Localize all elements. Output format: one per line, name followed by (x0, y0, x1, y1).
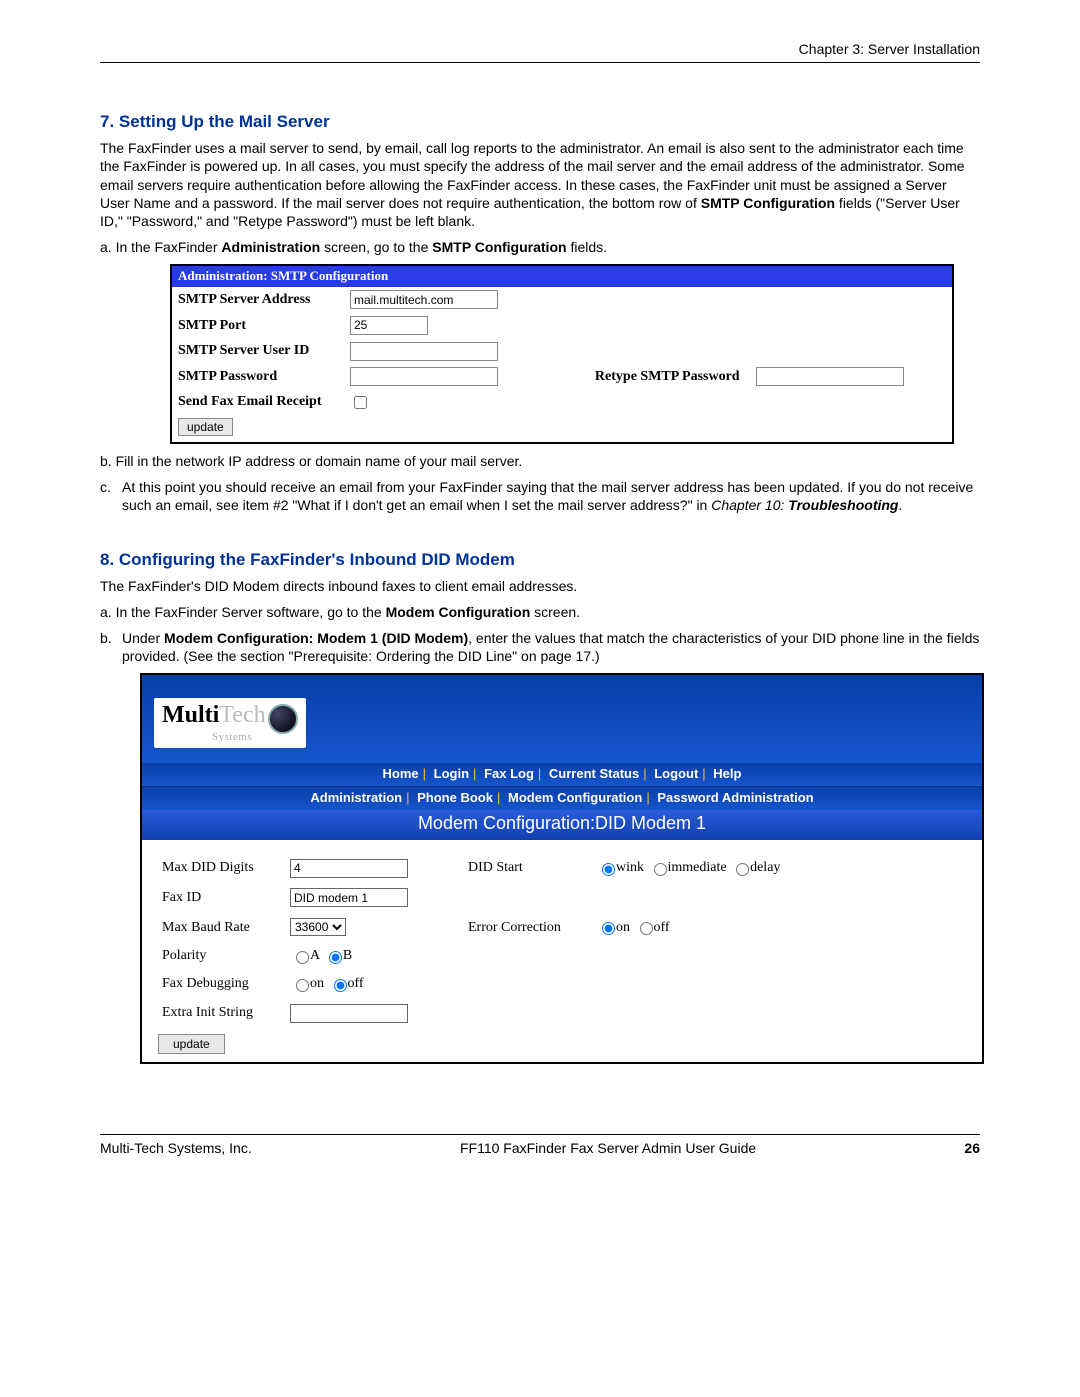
nav-password-admin[interactable]: Password Administration (657, 790, 813, 805)
fax-id-input[interactable] (290, 888, 408, 907)
did-start-immediate-radio[interactable] (654, 863, 667, 876)
smtp-update-button[interactable]: update (178, 418, 233, 436)
err-off-radio[interactable] (640, 922, 653, 935)
footer-title: FF110 FaxFinder Fax Server Admin User Gu… (460, 1139, 756, 1157)
nav-administration[interactable]: Administration (310, 790, 402, 805)
smtp-server-address-label: SMTP Server Address (172, 287, 344, 313)
section-7-step-c: c. At this point you should receive an e… (100, 478, 980, 514)
modem-banner: MultiTech Systems (142, 675, 982, 763)
max-baud-select[interactable]: 33600 (290, 918, 346, 936)
did-start-wink-radio[interactable] (602, 863, 615, 876)
error-correction-label: Error Correction (464, 913, 592, 942)
max-did-digits-label: Max DID Digits (158, 854, 286, 884)
nav-logout[interactable]: Logout (654, 766, 698, 781)
smtp-userid-label: SMTP Server User ID (172, 339, 344, 365)
section-8-step-a: a. In the FaxFinder Server software, go … (100, 603, 980, 621)
nav-help[interactable]: Help (713, 766, 741, 781)
debug-off-radio[interactable] (334, 979, 347, 992)
nav-modem-config[interactable]: Modem Configuration (508, 790, 642, 805)
err-on-radio[interactable] (602, 922, 615, 935)
smtp-receipt-checkbox[interactable] (354, 396, 367, 409)
logo-globe-icon (268, 704, 298, 734)
footer-company: Multi-Tech Systems, Inc. (100, 1139, 252, 1157)
smtp-retype-input[interactable] (756, 367, 904, 386)
polarity-a-radio[interactable] (296, 951, 309, 964)
did-start-label: DID Start (464, 854, 592, 884)
nav-login[interactable]: Login (434, 766, 469, 781)
section-8-step-b: b. Under Modem Configuration: Modem 1 (D… (100, 629, 980, 665)
footer-page-number: 26 (964, 1139, 980, 1157)
smtp-receipt-label: Send Fax Email Receipt (172, 390, 344, 415)
section-7-intro: The FaxFinder uses a mail server to send… (100, 139, 980, 230)
smtp-port-label: SMTP Port (172, 313, 344, 339)
polarity-label: Polarity (158, 942, 286, 970)
smtp-userid-input[interactable] (350, 342, 498, 361)
fax-debugging-label: Fax Debugging (158, 970, 286, 998)
smtp-retype-label: Retype SMTP Password (546, 364, 749, 390)
section-8-intro: The FaxFinder's DID Modem directs inboun… (100, 577, 980, 595)
section-8-title: 8. Configuring the FaxFinder's Inbound D… (100, 549, 980, 571)
nav-home[interactable]: Home (383, 766, 419, 781)
multitech-logo: MultiTech Systems (154, 698, 306, 748)
section-7-title: 7. Setting Up the Mail Server (100, 111, 980, 133)
smtp-config-screenshot: Administration: SMTP Configuration SMTP … (170, 264, 954, 444)
section-7-step-a: a. In the FaxFinder Administration scree… (100, 238, 980, 256)
section-7-step-b: b. Fill in the network IP address or dom… (100, 452, 980, 470)
smtp-password-input[interactable] (350, 367, 498, 386)
did-start-delay-radio[interactable] (736, 863, 749, 876)
did-start-options: wink immediate delay (592, 854, 966, 884)
debug-on-radio[interactable] (296, 979, 309, 992)
smtp-port-input[interactable] (350, 316, 428, 335)
modem-section-title: Modem Configuration:DID Modem 1 (142, 810, 982, 839)
smtp-password-label: SMTP Password (172, 364, 344, 390)
max-baud-label: Max Baud Rate (158, 913, 286, 942)
modem-update-button[interactable]: update (158, 1034, 225, 1054)
extra-init-label: Extra Init String (158, 999, 286, 1029)
chapter-label: Chapter 3: Server Installation (799, 41, 980, 57)
page-footer: Multi-Tech Systems, Inc. FF110 FaxFinder… (100, 1134, 980, 1157)
smtp-server-address-input[interactable] (350, 290, 498, 309)
modem-nav-row-2: Administration| Phone Book| Modem Config… (142, 787, 982, 810)
polarity-b-radio[interactable] (329, 951, 342, 964)
fax-id-label: Fax ID (158, 883, 286, 913)
max-did-digits-input[interactable] (290, 859, 408, 878)
extra-init-input[interactable] (290, 1004, 408, 1023)
modem-config-screenshot: MultiTech Systems Home| Login| Fax Log| … (140, 673, 984, 1064)
smtp-header: Administration: SMTP Configuration (172, 266, 952, 287)
modem-nav-row-1: Home| Login| Fax Log| Current Status| Lo… (142, 763, 982, 787)
modem-form: Max DID Digits DID Start wink immediate … (142, 840, 982, 1063)
nav-current-status[interactable]: Current Status (549, 766, 639, 781)
nav-faxlog[interactable]: Fax Log (484, 766, 534, 781)
page-header: Chapter 3: Server Installation (100, 40, 980, 63)
nav-phonebook[interactable]: Phone Book (417, 790, 493, 805)
